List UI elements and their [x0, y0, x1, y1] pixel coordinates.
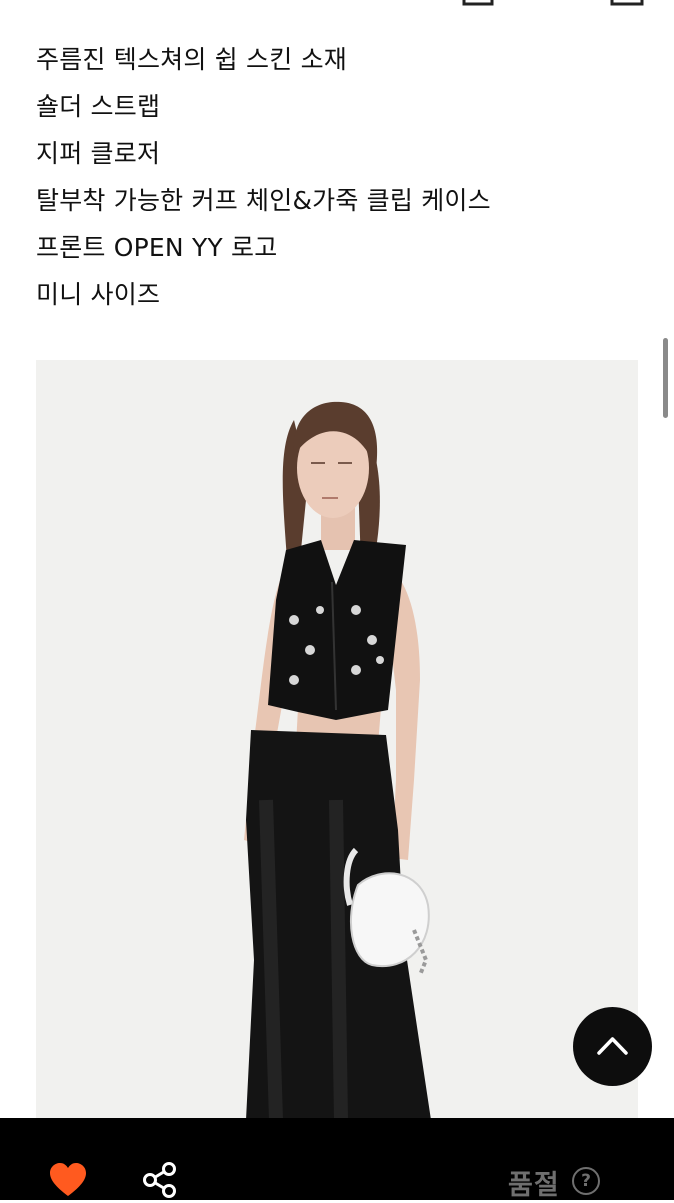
sold-out-label: 품절 [508, 1170, 560, 1201]
chevron-up-icon [597, 1037, 628, 1055]
scroll-to-top-button[interactable] [573, 1007, 652, 1086]
description-line: 미니 사이즈 [36, 280, 161, 309]
description-line: 숄더 스트랩 [36, 92, 161, 121]
page-scrollbar[interactable] [663, 338, 668, 418]
menu-icon[interactable] [610, 0, 644, 10]
search-icon[interactable] [522, 0, 552, 10]
description-line: 주름진 텍스쳐의 쉽 스킨 소재 [36, 45, 347, 74]
product-description: 주름진 텍스쳐의 쉽 스킨 소재 숄더 스트랩 지퍼 클로저 탈부착 가능한 커… [36, 36, 491, 318]
heart-shape [50, 1163, 86, 1196]
description-line: 프론트 OPEN YY 로고 [36, 233, 278, 262]
bag-icon[interactable] [462, 0, 494, 10]
heart-icon[interactable] [48, 1162, 88, 1202]
product-photo [36, 360, 638, 1120]
bottom-action-bar: 품절 ? [0, 1118, 674, 1203]
share-icon[interactable] [142, 1161, 178, 1203]
description-line: 탈부착 가능한 커프 체인&가죽 클립 케이스 [36, 186, 491, 215]
help-icon[interactable]: ? [572, 1167, 600, 1195]
description-line: 지퍼 클로저 [36, 139, 161, 168]
